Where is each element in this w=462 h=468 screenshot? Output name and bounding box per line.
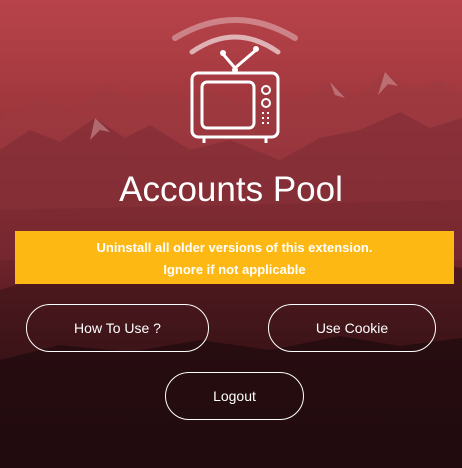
app-title: Accounts Pool — [119, 170, 343, 209]
tv-antenna-icon — [172, 17, 298, 143]
uninstall-notice-banner: Uninstall all older versions of this ext… — [15, 231, 454, 284]
logout-button[interactable]: Logout — [165, 372, 304, 420]
notice-line-2: Ignore if not applicable — [163, 262, 306, 277]
notice-line-1: Uninstall all older versions of this ext… — [96, 240, 373, 255]
how-to-use-button[interactable]: How To Use ? — [26, 304, 209, 352]
use-cookie-button[interactable]: Use Cookie — [268, 304, 436, 352]
extension-popup: Accounts Pool Uninstall all older versio… — [0, 0, 462, 468]
